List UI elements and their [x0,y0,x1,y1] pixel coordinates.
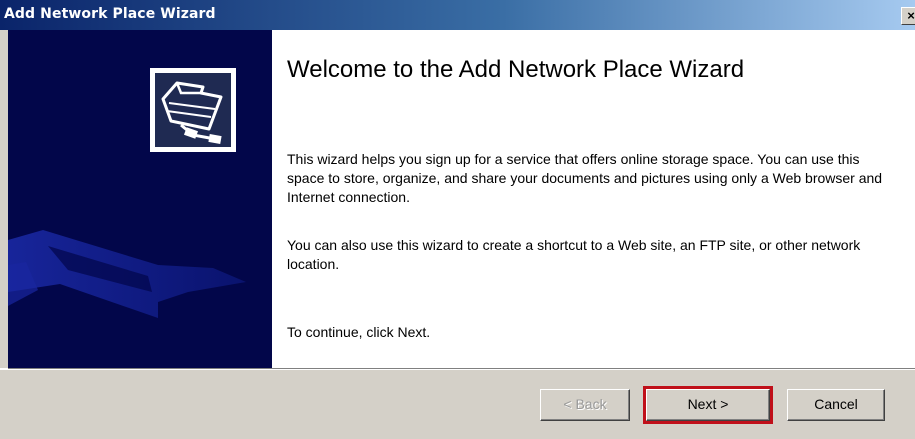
window-title: Add Network Place Wizard [4,6,216,22]
wizard-side-panel [8,30,272,368]
cancel-button[interactable]: Cancel [787,389,885,421]
network-folder-icon [150,68,236,152]
back-button[interactable]: < Back [540,389,630,421]
title-bar: Add Network Place Wizard × [0,0,915,30]
close-button[interactable]: × [901,7,915,25]
folder-network-glyph [161,81,223,144]
close-icon: × [907,8,915,23]
shortcut-paragraph: You can also use this wizard to create a… [287,237,861,272]
button-bar: < Back Next > Cancel [0,370,915,439]
continue-instruction: To continue, click Next. [287,324,431,340]
wizard-heading: Welcome to the Add Network Place Wizard [287,56,745,83]
intro-paragraph: This wizard helps you sign up for a serv… [287,151,883,205]
next-button[interactable]: Next > [643,386,773,424]
